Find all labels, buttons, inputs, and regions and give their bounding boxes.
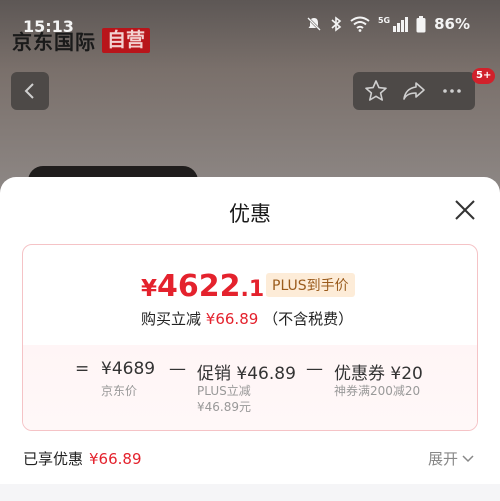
price-card-top: ¥ 4622 .11 PLUS到手价 购买立减 ¥66.89 （不含税费） [23,245,477,345]
promo-amount: 促销 ¥46.89 [197,364,296,384]
buy-discount-prefix: 购买立减 [141,310,202,328]
final-price-currency: ¥ [141,276,158,302]
network-label: 5G [377,15,391,25]
chevron-left-icon [24,83,34,99]
chevron-down-icon [462,454,474,462]
sheet-bottom-band [0,484,500,501]
coupon-amount: 优惠券 ¥20 [334,364,423,384]
buy-discount-suffix: （不含税费） [263,310,354,328]
enjoyed-amount: ¥66.89 [89,450,142,468]
promo-sub-1: PLUS立减 [197,384,251,398]
battery-icon [416,15,426,32]
brand-badge: 自营 [102,28,151,53]
action-group [353,72,475,110]
wifi-icon [350,16,370,32]
enjoyed-label: 已享优惠 [23,450,84,468]
expand-label: 展开 [428,450,459,468]
final-price: ¥ 4622 .11 [141,269,280,304]
plus-price-tag: PLUS到手价 [266,273,355,297]
minus-sign-1: — [169,359,186,379]
sheet-title: 优惠 [229,202,271,226]
final-price-integer: 4622 [157,269,241,304]
battery-percent: 86% [434,15,470,33]
buy-discount-line: 购买立减 ¥66.89 （不含税费） [141,308,353,329]
signal-icon [393,17,409,32]
mute-icon [307,17,321,31]
promo-sub-2: ¥46.89元 [197,400,251,414]
discount-sheet: 优惠 ¥ 4622 .11 PLUS到手价 购买立减 ¥66.89 （不含税费）… [0,177,500,501]
status-bar: 15:13 5G 86% 京东国际 自营 [0,0,500,54]
price-breakdown: = ¥4689 京东价 — 促销 ¥46.89 PLUS立减 ¥46.89元 —… [23,345,477,430]
enjoyed-discount: 已享优惠 ¥66.89 [23,448,142,469]
price-card: ¥ 4622 .11 PLUS到手价 购买立减 ¥66.89 （不含税费） = … [22,244,478,431]
equals-sign: = [75,359,90,379]
minus-sign-2: — [306,359,323,379]
status-icons: 5G 86% [306,15,470,33]
brand-name: 京东国际 [12,30,96,54]
jd-price-label: 京东价 [101,384,138,398]
brand: 京东国际 自营 [12,26,151,55]
star-icon[interactable] [364,79,388,103]
bluetooth-icon [331,16,342,32]
notification-badge: 5+ [472,68,496,84]
coupon-sub: 神券满200减20 [334,384,421,398]
jd-price: ¥4689 [101,359,156,379]
close-icon[interactable] [452,197,478,223]
more-icon[interactable] [440,79,464,103]
buy-discount-amount: ¥66.89 [205,310,259,328]
expand-button[interactable]: 展开 [428,448,474,469]
share-icon[interactable] [402,79,426,103]
back-button[interactable] [11,72,49,110]
